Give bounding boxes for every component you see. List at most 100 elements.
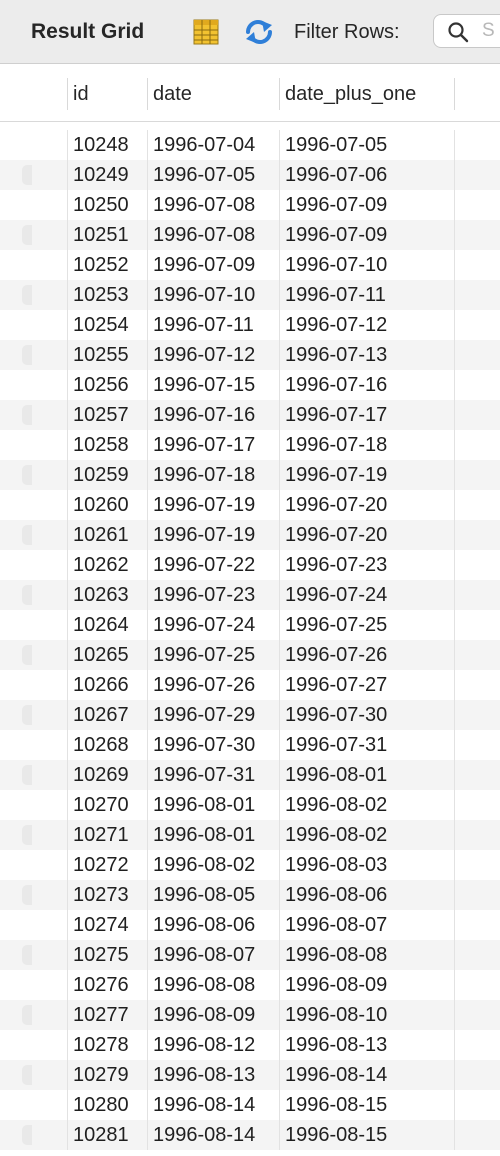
table-row[interactable]: 10256 1996-07-15 1996-07-16 [0,370,500,400]
table-row[interactable]: 10262 1996-07-22 1996-07-23 [0,550,500,580]
row-selector-handle[interactable] [22,165,32,185]
row-selector-handle[interactable] [22,855,32,875]
table-row[interactable]: 10252 1996-07-09 1996-07-10 [0,250,500,280]
cell-id[interactable]: 10277 [67,1000,147,1030]
cell-id[interactable]: 10258 [67,430,147,460]
cell-date-plus-one[interactable]: 1996-08-15 [279,1120,455,1150]
table-row[interactable]: 10272 1996-08-02 1996-08-03 [0,850,500,880]
cell-date-plus-one[interactable]: 1996-07-11 [279,280,455,310]
cell-date-plus-one[interactable]: 1996-07-19 [279,460,455,490]
cell-id[interactable]: 10276 [67,970,147,1000]
cell-id[interactable]: 10261 [67,520,147,550]
cell-id[interactable]: 10256 [67,370,147,400]
table-row[interactable]: 10271 1996-08-01 1996-08-02 [0,820,500,850]
table-row[interactable]: 10254 1996-07-11 1996-07-12 [0,310,500,340]
grid-layout-icon[interactable] [193,19,219,45]
table-row[interactable]: 10248 1996-07-04 1996-07-05 [0,130,500,160]
table-row[interactable]: 10251 1996-07-08 1996-07-09 [0,220,500,250]
cell-id[interactable]: 10280 [67,1090,147,1120]
table-row[interactable]: 10269 1996-07-31 1996-08-01 [0,760,500,790]
row-selector-handle[interactable] [22,1065,32,1085]
cell-id[interactable]: 10265 [67,640,147,670]
cell-id[interactable]: 10278 [67,1030,147,1060]
row-selector-handle[interactable] [22,885,32,905]
cell-date-plus-one[interactable]: 1996-08-01 [279,760,455,790]
cell-date-plus-one[interactable]: 1996-08-09 [279,970,455,1000]
cell-date[interactable]: 1996-08-14 [147,1120,279,1150]
row-selector-handle[interactable] [22,825,32,845]
row-selector-handle[interactable] [22,1095,32,1115]
cell-id[interactable]: 10252 [67,250,147,280]
column-header-date-plus-one[interactable]: date_plus_one [279,78,455,110]
table-row[interactable]: 10249 1996-07-05 1996-07-06 [0,160,500,190]
cell-id[interactable]: 10274 [67,910,147,940]
table-row[interactable]: 10263 1996-07-23 1996-07-24 [0,580,500,610]
cell-date-plus-one[interactable]: 1996-07-13 [279,340,455,370]
row-selector-handle[interactable] [22,1035,32,1055]
table-row[interactable]: 10268 1996-07-30 1996-07-31 [0,730,500,760]
row-selector-handle[interactable] [22,285,32,305]
table-row[interactable]: 10257 1996-07-16 1996-07-17 [0,400,500,430]
row-selector-handle[interactable] [22,345,32,365]
row-selector-handle[interactable] [22,765,32,785]
cell-date[interactable]: 1996-07-17 [147,430,279,460]
table-row[interactable]: 10264 1996-07-24 1996-07-25 [0,610,500,640]
cell-date-plus-one[interactable]: 1996-07-05 [279,130,455,160]
cell-date[interactable]: 1996-08-01 [147,820,279,850]
cell-date[interactable]: 1996-08-09 [147,1000,279,1030]
row-selector-handle[interactable] [22,255,32,275]
row-selector-handle[interactable] [22,195,32,215]
cell-date-plus-one[interactable]: 1996-07-23 [279,550,455,580]
filter-rows-input[interactable] [482,20,500,42]
row-selector-handle[interactable] [22,1005,32,1025]
cell-date[interactable]: 1996-08-14 [147,1090,279,1120]
table-row[interactable]: 10266 1996-07-26 1996-07-27 [0,670,500,700]
row-selector-handle[interactable] [22,465,32,485]
table-row[interactable]: 10261 1996-07-19 1996-07-20 [0,520,500,550]
cell-date-plus-one[interactable]: 1996-07-20 [279,490,455,520]
table-row[interactable]: 10278 1996-08-12 1996-08-13 [0,1030,500,1060]
cell-date-plus-one[interactable]: 1996-07-25 [279,610,455,640]
table-row[interactable]: 10259 1996-07-18 1996-07-19 [0,460,500,490]
table-row[interactable]: 10280 1996-08-14 1996-08-15 [0,1090,500,1120]
cell-date-plus-one[interactable]: 1996-08-06 [279,880,455,910]
cell-date-plus-one[interactable]: 1996-07-31 [279,730,455,760]
cell-id[interactable]: 10264 [67,610,147,640]
cell-date-plus-one[interactable]: 1996-08-02 [279,820,455,850]
row-selector-handle[interactable] [22,945,32,965]
cell-id[interactable]: 10255 [67,340,147,370]
cell-date[interactable]: 1996-08-08 [147,970,279,1000]
filter-rows-search-box[interactable] [433,14,500,48]
cell-date-plus-one[interactable]: 1996-08-02 [279,790,455,820]
table-row[interactable]: 10267 1996-07-29 1996-07-30 [0,700,500,730]
table-row[interactable]: 10265 1996-07-25 1996-07-26 [0,640,500,670]
cell-date-plus-one[interactable]: 1996-07-16 [279,370,455,400]
cell-id[interactable]: 10279 [67,1060,147,1090]
table-row[interactable]: 10281 1996-08-14 1996-08-15 [0,1120,500,1150]
cell-date[interactable]: 1996-08-06 [147,910,279,940]
table-row[interactable]: 10250 1996-07-08 1996-07-09 [0,190,500,220]
cell-date[interactable]: 1996-07-26 [147,670,279,700]
cell-date-plus-one[interactable]: 1996-07-09 [279,220,455,250]
table-row[interactable]: 10279 1996-08-13 1996-08-14 [0,1060,500,1090]
cell-date-plus-one[interactable]: 1996-07-12 [279,310,455,340]
cell-date-plus-one[interactable]: 1996-07-27 [279,670,455,700]
cell-id[interactable]: 10263 [67,580,147,610]
cell-id[interactable]: 10268 [67,730,147,760]
cell-date-plus-one[interactable]: 1996-07-20 [279,520,455,550]
cell-date[interactable]: 1996-08-02 [147,850,279,880]
cell-date-plus-one[interactable]: 1996-07-10 [279,250,455,280]
cell-date-plus-one[interactable]: 1996-08-08 [279,940,455,970]
cell-date[interactable]: 1996-07-19 [147,490,279,520]
cell-date[interactable]: 1996-07-30 [147,730,279,760]
cell-id[interactable]: 10269 [67,760,147,790]
cell-date-plus-one[interactable]: 1996-08-10 [279,1000,455,1030]
cell-id[interactable]: 10257 [67,400,147,430]
cell-id[interactable]: 10249 [67,160,147,190]
cell-date-plus-one[interactable]: 1996-07-30 [279,700,455,730]
cell-id[interactable]: 10260 [67,490,147,520]
cell-date[interactable]: 1996-07-16 [147,400,279,430]
table-row[interactable]: 10276 1996-08-08 1996-08-09 [0,970,500,1000]
cell-id[interactable]: 10250 [67,190,147,220]
row-selector-handle[interactable] [22,405,32,425]
